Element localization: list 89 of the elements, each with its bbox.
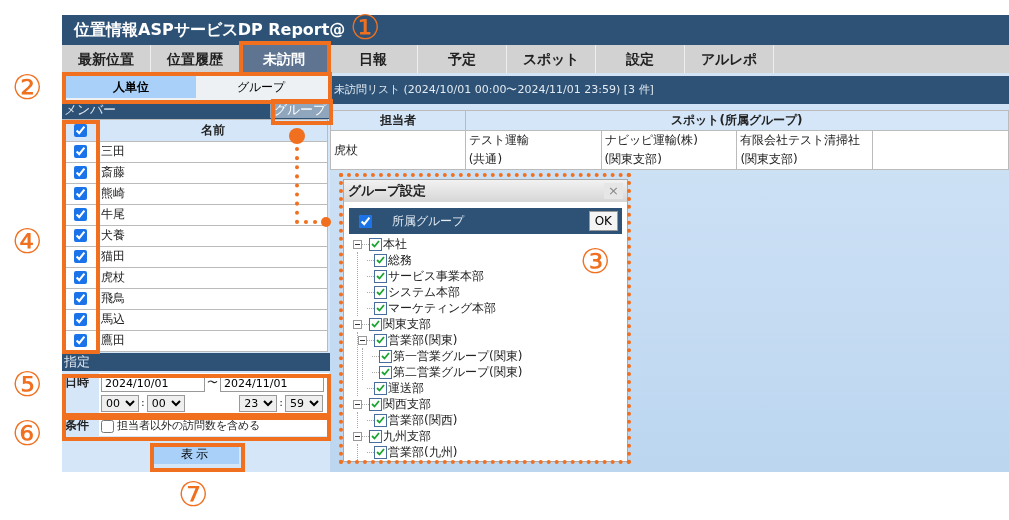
- person-name: 虎杖: [334, 142, 358, 157]
- tree-checkbox[interactable]: [374, 269, 387, 283]
- collapse-icon[interactable]: [353, 239, 362, 249]
- time-colon: :: [279, 394, 283, 411]
- header-checkbox[interactable]: [359, 214, 372, 228]
- tree-label[interactable]: 九州支部: [383, 427, 431, 445]
- member-checkbox[interactable]: [74, 292, 87, 306]
- collapse-icon[interactable]: [353, 399, 362, 409]
- ok-button[interactable]: OK: [588, 211, 618, 231]
- time-select[interactable]: 23: [239, 394, 278, 412]
- column-header: 名前: [201, 122, 225, 137]
- annotation-number: ⑦: [178, 477, 209, 511]
- header-label: 所属グループ: [392, 213, 464, 230]
- condition-text: 担当者以外の訪問数を含める: [116, 417, 260, 434]
- member-checkbox[interactable]: [74, 334, 87, 348]
- tree-checkbox[interactable]: [369, 317, 382, 331]
- collapse-icon[interactable]: [358, 335, 367, 345]
- collapse-icon[interactable]: [353, 319, 362, 329]
- member-name: 牛尾: [101, 207, 125, 222]
- spot-name: テスト運輸: [468, 132, 530, 149]
- annotation-number: ⑤: [12, 367, 43, 401]
- member-checkbox[interactable]: [74, 313, 87, 327]
- annotation-number: ①: [350, 10, 381, 44]
- time-select[interactable]: 00: [146, 394, 185, 412]
- tree-label[interactable]: サービス事業本部: [388, 267, 484, 285]
- member-name: 鷹田: [101, 333, 125, 348]
- tree-checkbox[interactable]: [374, 301, 387, 315]
- spot-name: ナビッピ運輸(株): [604, 132, 699, 149]
- condition-checkbox[interactable]: [101, 419, 114, 433]
- tree-checkbox[interactable]: [369, 397, 382, 411]
- tree-label[interactable]: 第二営業グループ(関東): [393, 363, 523, 381]
- tree-label[interactable]: マーケティング本部: [388, 299, 496, 317]
- spot-group: (共通): [468, 150, 598, 169]
- range-separator: 〜: [207, 374, 218, 391]
- tree-checkbox[interactable]: [374, 253, 387, 267]
- tree-checkbox[interactable]: [369, 429, 382, 443]
- member-checkbox[interactable]: [74, 208, 87, 222]
- member-name: 犬養: [101, 228, 125, 243]
- member-checkbox[interactable]: [74, 145, 87, 159]
- tree-checkbox[interactable]: [379, 349, 392, 363]
- member-name: 三田: [101, 144, 125, 159]
- annotation-number: ②: [12, 70, 43, 104]
- tree-checkbox[interactable]: [374, 285, 387, 299]
- time-colon: :: [141, 394, 145, 411]
- member-name: 虎杖: [101, 270, 125, 285]
- dialog-title: グループ設定: [348, 181, 426, 200]
- annotation-number: ③: [580, 244, 611, 278]
- collapse-icon[interactable]: [353, 431, 362, 441]
- tree-label[interactable]: 総務: [388, 251, 412, 269]
- member-checkbox[interactable]: [74, 229, 87, 243]
- tree-checkbox[interactable]: [374, 381, 387, 395]
- member-checkbox[interactable]: [74, 271, 87, 285]
- spot-group: (関東支部): [740, 150, 870, 169]
- list-title: 未訪問リスト (2024/10/01 00:00〜2024/11/01 23:59) [3 件]: [330, 76, 1009, 104]
- settings-title: 指定: [64, 352, 90, 371]
- spot-name: 有限会社テスト清掃社: [740, 132, 862, 149]
- tree-checkbox[interactable]: [369, 237, 382, 251]
- annotation-number: ④: [12, 224, 43, 258]
- annotation-number: ⑥: [12, 416, 43, 450]
- tree-label[interactable]: 関東支部: [383, 315, 431, 333]
- tree-label[interactable]: 営業部(九州): [388, 443, 458, 461]
- tree-label[interactable]: 第一営業グループ(関東): [393, 347, 523, 365]
- tree-label[interactable]: システム本部: [388, 283, 460, 301]
- tree-checkbox[interactable]: [379, 365, 392, 379]
- member-name: 猫田: [101, 249, 125, 264]
- member-checkbox[interactable]: [74, 250, 87, 264]
- member-name: 飛鳥: [101, 291, 125, 306]
- member-name: 斎藤: [101, 165, 125, 180]
- time-select[interactable]: 00: [101, 394, 139, 412]
- member-checkbox[interactable]: [74, 166, 87, 180]
- tree-label[interactable]: 本社: [383, 235, 407, 253]
- spot-group: (関東支部): [604, 150, 734, 169]
- column-header: スポット(所属グループ): [671, 113, 803, 127]
- time-select[interactable]: 59: [285, 394, 323, 412]
- select-all-checkbox[interactable]: [74, 123, 87, 137]
- tree-checkbox[interactable]: [374, 445, 387, 459]
- nav-tab[interactable]: 未訪問: [240, 45, 329, 73]
- tree-checkbox[interactable]: [374, 413, 387, 427]
- members-label: メンバー: [64, 100, 116, 119]
- member-name: 馬込: [101, 312, 125, 327]
- member-checkbox[interactable]: [74, 187, 87, 201]
- tree-label[interactable]: 営業部(関西): [388, 411, 458, 429]
- tree-label[interactable]: 運送部: [388, 379, 424, 397]
- column-header: 担当者: [379, 113, 416, 127]
- tree-label[interactable]: 関西支部: [383, 395, 431, 413]
- tree-checkbox[interactable]: [374, 333, 387, 347]
- member-name: 熊崎: [101, 186, 125, 201]
- mode-tab[interactable]: 人単位: [66, 76, 196, 98]
- tree-label[interactable]: 営業部(関東): [388, 331, 458, 349]
